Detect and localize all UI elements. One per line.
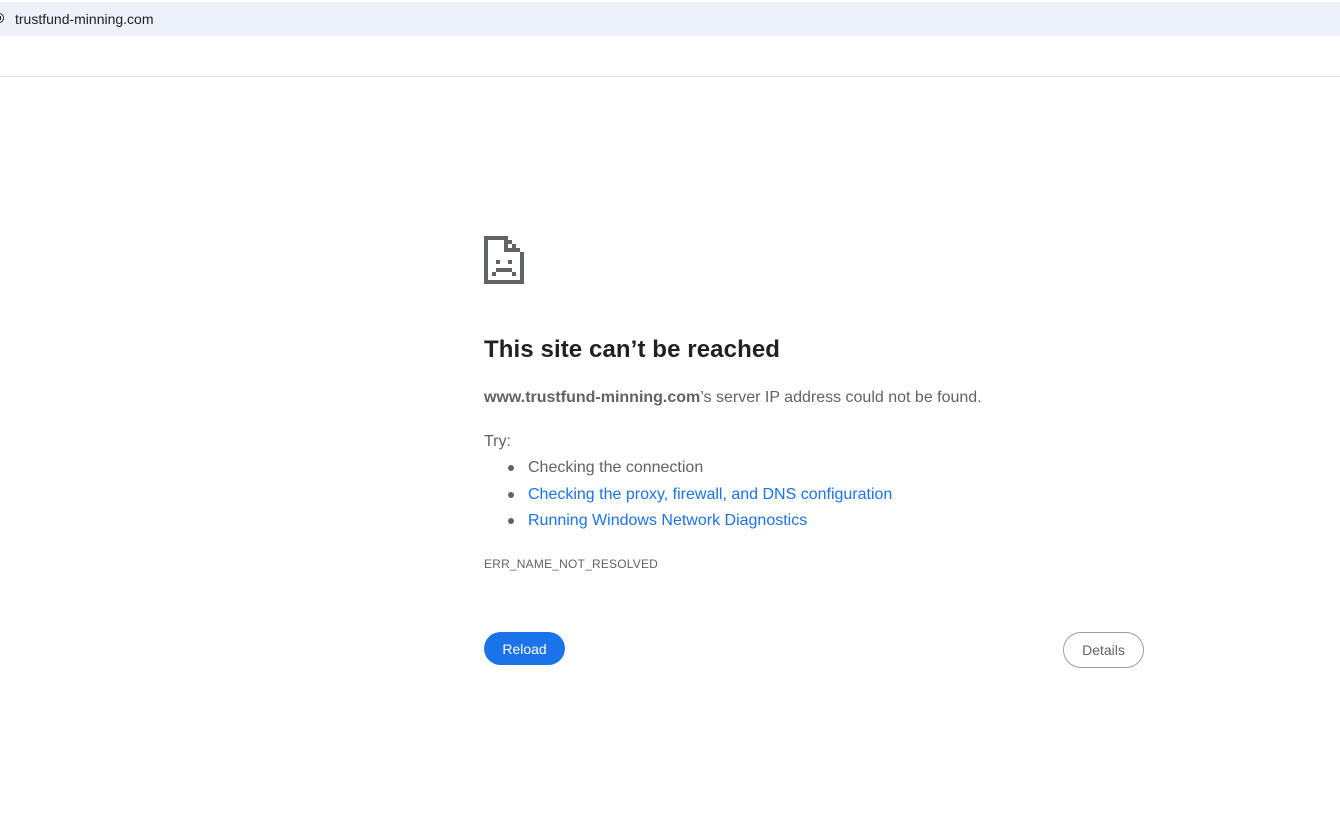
suggestion-item: Running Windows Network Diagnostics	[484, 509, 892, 536]
reload-button[interactable]: Reload	[484, 632, 565, 665]
suggestions-list: Checking the connection Checking the pro…	[484, 456, 892, 536]
suggestion-item: Checking the connection	[484, 456, 892, 483]
error-title: This site can’t be reached	[484, 336, 781, 363]
url-text[interactable]: trustfund-minning.com	[15, 11, 154, 27]
bookmarks-bar	[0, 36, 1340, 77]
suggestion-network-diagnostics-link[interactable]: Running Windows Network Diagnostics	[528, 512, 807, 529]
address-bar[interactable]: trustfund-minning.com	[0, 2, 1340, 36]
suggestion-check-connection: Checking the connection	[528, 459, 704, 476]
details-button[interactable]: Details	[1063, 632, 1144, 668]
suggestion-proxy-firewall-dns-link[interactable]: Checking the proxy, firewall, and DNS co…	[528, 486, 892, 503]
try-label: Try:	[484, 433, 511, 450]
error-code: ERR_NAME_NOT_RESOLVED	[484, 557, 659, 571]
error-summary: www.trustfund-minning.com’s server IP ad…	[484, 389, 982, 407]
error-message: ’s server IP address could not be found.	[700, 389, 982, 406]
error-host: www.trustfund-minning.com	[484, 389, 701, 406]
sad-document-icon	[484, 236, 524, 284]
site-info-icon[interactable]	[0, 13, 4, 23]
suggestion-item: Checking the proxy, firewall, and DNS co…	[484, 483, 892, 510]
